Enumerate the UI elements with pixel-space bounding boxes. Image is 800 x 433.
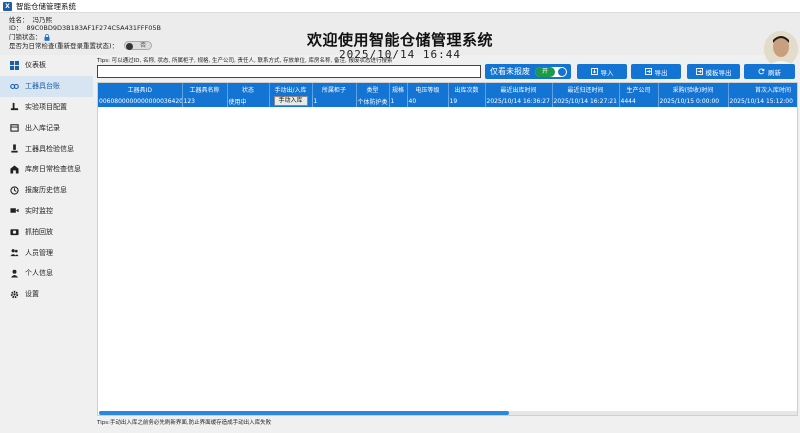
cell-status: 使用中 [227,95,270,107]
sidebar-item-snapshot-playback[interactable]: 抓拍回放 [0,221,93,242]
sidebar-item-label: 工器具检验信息 [25,144,74,153]
sidebar-item-experiment-config[interactable]: 实验项目配置 [0,97,93,118]
col-header[interactable]: 生产公司 [619,83,659,95]
template-export-label: 模板导出 [705,68,732,77]
col-header[interactable]: 状态 [227,83,270,95]
cell-out-count: 19 [448,95,486,107]
header: 姓名： 冯乃熙 ID： 89C0BD9D3B183AF1F274C5A431FFF0… [0,13,800,67]
sidebar-item-dashboard[interactable]: 仪表板 [0,55,93,76]
cell-first-in: 2025/10/14 15:12:00 [728,95,797,107]
template-export-icon [695,68,703,75]
sidebar-item-label: 库房日常检查信息 [25,165,81,174]
user-icon [10,269,19,278]
tool-table: 工器具ID 工器具名称 状态 手动出/入库 所属柜子 类型 规格 电压等级 出库… [97,82,798,416]
col-header[interactable]: 电压等级 [407,83,449,95]
sidebar-item-label: 实验项目配置 [25,102,67,111]
sidebar-item-scrap-history[interactable]: 报废历史信息 [0,180,93,201]
scrollbar-thumb[interactable] [99,411,509,415]
page-title: 欢迎使用智能仓储管理系统 [306,31,493,49]
col-header[interactable]: 首次入库时间 [728,83,797,95]
cell-cabinet: 1 [312,95,357,107]
col-header[interactable]: 最近归还时间 [552,83,620,95]
window-title: 智能仓储管理系统 [16,1,76,11]
sidebar-item-label: 出入库记录 [25,123,60,132]
inspection-icon [10,144,19,153]
main-content: Tips: 可以通过ID, 名称, 状态, 所属柜子, 规格, 生产公司, 责任… [96,55,800,433]
experiment-icon [10,102,19,111]
import-label: 导入 [600,68,614,77]
window-titlebar: X 智能仓储管理系统 [0,0,800,13]
refresh-label: 刷新 [768,68,781,77]
export-icon [644,68,652,75]
manual-checkin-button[interactable]: 手动入库 [273,96,308,106]
unscrapped-filter: 仅看未报废 开 [485,64,571,79]
sidebar-item-warehouse-check[interactable]: 库房日常检查信息 [0,159,93,180]
col-header[interactable]: 工器具ID [98,83,183,95]
toggle-knob [558,67,566,76]
sidebar: 仪表板 工器具台账 实验项目配置 出入库记录 工器具检验信息 库房日常检查信息 … [0,55,93,433]
refresh-icon [758,68,765,75]
sidebar-item-label: 人员管理 [25,248,53,257]
unscrapped-toggle[interactable]: 开 [535,66,567,77]
col-header[interactable]: 规格 [389,83,408,95]
cell-spec: 1 [389,95,408,107]
sidebar-item-label: 个人信息 [25,269,53,278]
cell-purchase-time: 2025/10/15 0:00:00 [658,95,729,107]
col-header[interactable]: 所属柜子 [312,83,357,95]
record-icon [10,123,19,132]
horizontal-scrollbar[interactable] [99,411,797,415]
cell-tool-name: 123 [182,95,228,107]
sidebar-item-profile[interactable]: 个人信息 [0,263,93,284]
col-header[interactable]: 手动出/入库 [269,83,313,95]
gear-icon [10,290,19,299]
link-icon [10,82,19,91]
cell-last-out: 2025/10/14 16:36:27 [485,95,553,107]
search-input[interactable] [97,65,481,78]
footer-tips: Tips:手动出入库之前务必先刷新界面,防止界面缓存造成手动出入库失败 [97,420,272,426]
sidebar-item-label: 实时监控 [25,206,53,215]
import-button[interactable]: 导入 [577,64,627,79]
sidebar-item-label: 报废历史信息 [25,186,67,195]
col-header[interactable]: 采购(验收)时间 [658,83,729,95]
sidebar-item-label: 设置 [25,290,39,299]
col-header[interactable]: 最近出库时间 [485,83,553,95]
name-value: 冯乃熙 [32,16,53,24]
sidebar-item-settings[interactable]: 设置 [0,284,93,305]
unscrapped-filter-label: 仅看未报废 [490,67,530,76]
sidebar-item-inout-records[interactable]: 出入库记录 [0,117,93,138]
sidebar-item-personnel[interactable]: 人员管理 [0,242,93,263]
users-icon [10,248,19,257]
camera-icon [10,227,19,236]
col-header[interactable]: 类型 [356,83,390,95]
app-logo-icon: X [3,1,12,11]
table-row[interactable]: 006080000000000003642097 123 使用中 手动入库 1 … [98,95,797,107]
import-icon [590,68,598,75]
cell-company: 4444 [619,95,659,107]
export-label: 导出 [654,68,668,77]
col-header[interactable]: 工器具名称 [182,83,228,95]
name-label: 姓名： [9,16,29,24]
refresh-button[interactable]: 刷新 [744,64,795,79]
warehouse-icon [10,165,19,174]
cell-tool-id: 006080000000000003642097 [98,95,183,107]
sidebar-item-label: 抓拍回放 [25,227,53,236]
sidebar-item-label: 仪表板 [25,61,46,70]
cell-last-return: 2025/10/14 16:27:21 [552,95,620,107]
toggle-state-label: 开 [535,66,555,77]
sidebar-item-tool-ledger[interactable]: 工器具台账 [0,75,93,97]
template-export-button[interactable]: 模板导出 [687,64,740,79]
sidebar-item-inspection[interactable]: 工器具检验信息 [0,138,93,159]
sidebar-item-label: 工器具台账 [25,82,60,91]
sidebar-item-live-monitor[interactable]: 实时监控 [0,201,93,222]
cell-action: 手动入库 [269,95,313,107]
col-header[interactable]: 出库次数 [448,83,486,95]
search-tips: Tips: 可以通过ID, 名称, 状态, 所属柜子, 规格, 生产公司, 责任… [97,58,393,64]
cell-voltage: 40 [407,95,449,107]
cell-type: 个体防护类 [356,95,390,107]
dashboard-icon [10,60,19,70]
scrap-icon [10,186,19,195]
table-header-row: 工器具ID 工器具名称 状态 手动出/入库 所属柜子 类型 规格 电压等级 出库… [98,83,797,95]
export-button[interactable]: 导出 [631,64,681,79]
video-icon [10,206,19,215]
